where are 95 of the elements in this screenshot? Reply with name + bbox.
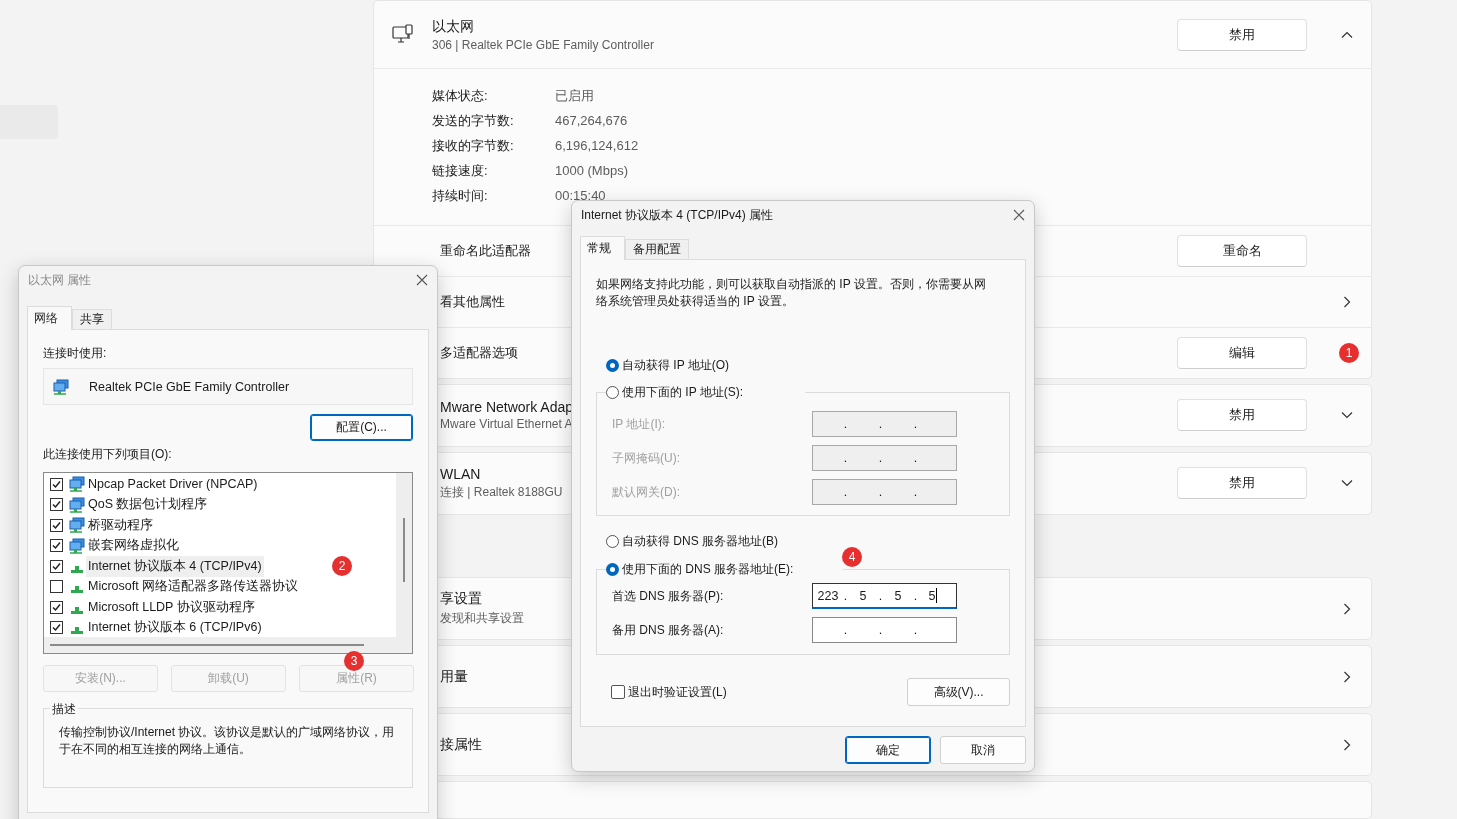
- callout-badge: 1: [1339, 343, 1359, 363]
- dialog-button[interactable]: 确定: [845, 736, 931, 764]
- callout-badge: 4: [842, 547, 862, 567]
- checkbox[interactable]: [50, 477, 63, 491]
- action-button[interactable]: 重命名: [1177, 235, 1307, 267]
- radio-label[interactable]: 自动获得 IP 地址(O): [622, 356, 730, 374]
- close-icon[interactable]: [1013, 209, 1025, 221]
- tab[interactable]: 网络: [27, 306, 72, 330]
- network-adapter-icon: [69, 496, 85, 513]
- detail-value: 00:15:40: [555, 188, 606, 203]
- protocol-icon: [71, 627, 83, 634]
- checkbox[interactable]: [50, 600, 63, 614]
- field-label: 子网掩码(U):: [612, 449, 680, 467]
- radio-button[interactable]: [606, 534, 619, 548]
- adapter-title: WLAN: [440, 465, 481, 482]
- adapter-title: Mware Network Adap: [440, 399, 574, 416]
- protocol-icon: [71, 586, 83, 593]
- list-item[interactable]: Npcap Packet Driver (NPCAP): [86, 475, 260, 494]
- setting-title: 享设置: [440, 590, 482, 609]
- checkbox[interactable]: [50, 580, 63, 594]
- action-button[interactable]: 编辑: [1177, 337, 1307, 369]
- disable-button[interactable]: 禁用: [1177, 18, 1307, 51]
- chevron-right-icon[interactable]: [1341, 296, 1353, 308]
- list-item[interactable]: Microsoft 网络适配器多路传送器协议: [86, 576, 301, 598]
- checkbox[interactable]: [50, 559, 63, 573]
- list-item[interactable]: 嵌套网络虚拟化: [86, 535, 181, 557]
- section-label: 连接时使用:: [43, 345, 108, 362]
- field-label: 备用 DNS 服务器(A):: [612, 621, 724, 639]
- checkbox[interactable]: [50, 518, 63, 532]
- detail-value: 467,264,676: [555, 113, 628, 128]
- chevron-right-icon[interactable]: [1341, 738, 1353, 751]
- detail-label: 链接速度:: [432, 161, 489, 180]
- field-label: 默认网关(D):: [612, 483, 680, 501]
- close-icon[interactable]: [416, 274, 428, 286]
- section-label: 此连接使用下列项目(O):: [43, 446, 173, 463]
- intro-text: 如果网络支持此功能，则可以获取自动指派的 IP 设置。否则，你需要从网络系统管理员处获得适当的 IP 设置。: [596, 276, 987, 310]
- setting-subtitle: 发现和共享设置: [440, 610, 524, 628]
- radio-button[interactable]: [606, 358, 619, 372]
- adapter-subtitle: 306 | Realtek PCIe GbE Family Controller: [432, 37, 654, 52]
- setting-title: 用量: [440, 667, 468, 686]
- group-legend: 描述: [50, 701, 78, 718]
- computer-icon: [392, 23, 414, 46]
- protocol-icon: [71, 565, 83, 573]
- checkbox[interactable]: [611, 685, 625, 699]
- detail-label: 接收的字节数:: [432, 136, 515, 155]
- tab[interactable]: 常规: [580, 236, 625, 260]
- protocol-icon: [71, 606, 83, 614]
- adapter-name: Realtek PCIe GbE Family Controller: [89, 379, 290, 394]
- window-title: Internet 协议版本 4 (TCP/IPv4) 属性: [581, 206, 774, 224]
- list-item[interactable]: Internet 协议版本 4 (TCP/IPv4): [86, 555, 264, 577]
- list-item[interactable]: Microsoft LLDP 协议驱动程序: [86, 596, 257, 618]
- dialog-button[interactable]: 取消: [940, 736, 1026, 764]
- detail-label: 发送的字节数:: [432, 111, 515, 130]
- setting-title: 接属性: [440, 735, 482, 754]
- detail-value: 已启用: [555, 86, 594, 105]
- tab[interactable]: 共享: [72, 309, 112, 329]
- field-label: IP 地址(I):: [612, 415, 666, 433]
- checkbox[interactable]: [50, 498, 63, 512]
- adapter-subtitle: 连接 | Realtek 8188GU: [440, 483, 563, 501]
- list-item[interactable]: Internet 协议版本 6 (TCP/IPv6): [86, 617, 264, 639]
- radio-label[interactable]: 使用下面的 IP 地址(S):: [622, 383, 744, 401]
- callout-badge: 2: [332, 556, 352, 576]
- checkbox-label[interactable]: 退出时验证设置(L): [628, 683, 727, 701]
- radio-button[interactable]: [606, 562, 619, 576]
- detail-label: 持续时间:: [432, 186, 489, 205]
- radio-button[interactable]: [606, 385, 619, 399]
- checkbox[interactable]: [50, 621, 63, 635]
- network-adapter-icon: [69, 537, 85, 554]
- window-title: 以太网 属性: [28, 271, 92, 289]
- network-adapter-icon: [53, 378, 69, 395]
- tab[interactable]: 备用配置: [625, 239, 689, 259]
- description-text: 传输控制协议/Internet 协议。该协议是默认的广域网络协议，用于在不同的相互连接的网络上通信。: [59, 724, 396, 758]
- disable-button[interactable]: 禁用: [1177, 399, 1307, 432]
- detail-label: 媒体状态:: [432, 86, 489, 105]
- setting-label: 看其他属性: [440, 293, 505, 311]
- detail-value: 6,196,124,612: [555, 138, 639, 153]
- detail-value: 1000 (Mbps): [555, 163, 628, 178]
- network-adapter-icon: [69, 476, 85, 493]
- radio-label[interactable]: 使用下面的 DNS 服务器地址(E):: [622, 560, 794, 578]
- adapter-title: 以太网: [432, 17, 474, 36]
- radio-label[interactable]: 自动获得 DNS 服务器地址(B): [622, 532, 778, 550]
- chevron-right-icon[interactable]: [1341, 602, 1353, 615]
- setting-label: 重命名此适配器: [440, 242, 531, 260]
- chevron-right-icon[interactable]: [1341, 670, 1353, 683]
- configure-button[interactable]: 配置(C)...: [310, 414, 413, 441]
- ip-address-field[interactable]: 223 . 5 . 5 . 5: [812, 583, 957, 609]
- ip-address-field[interactable]: . . .: [812, 617, 957, 643]
- advanced-button[interactable]: 高级(V)...: [907, 678, 1010, 706]
- checkbox[interactable]: [50, 539, 63, 553]
- network-adapter-icon: [69, 517, 85, 534]
- disable-button[interactable]: 禁用: [1177, 467, 1307, 500]
- list-item[interactable]: QoS 数据包计划程序: [86, 494, 210, 516]
- list-item[interactable]: 桥驱动程序: [86, 514, 155, 536]
- setting-label: 多适配器选项: [440, 344, 518, 362]
- field-label: 首选 DNS 服务器(P):: [612, 587, 724, 605]
